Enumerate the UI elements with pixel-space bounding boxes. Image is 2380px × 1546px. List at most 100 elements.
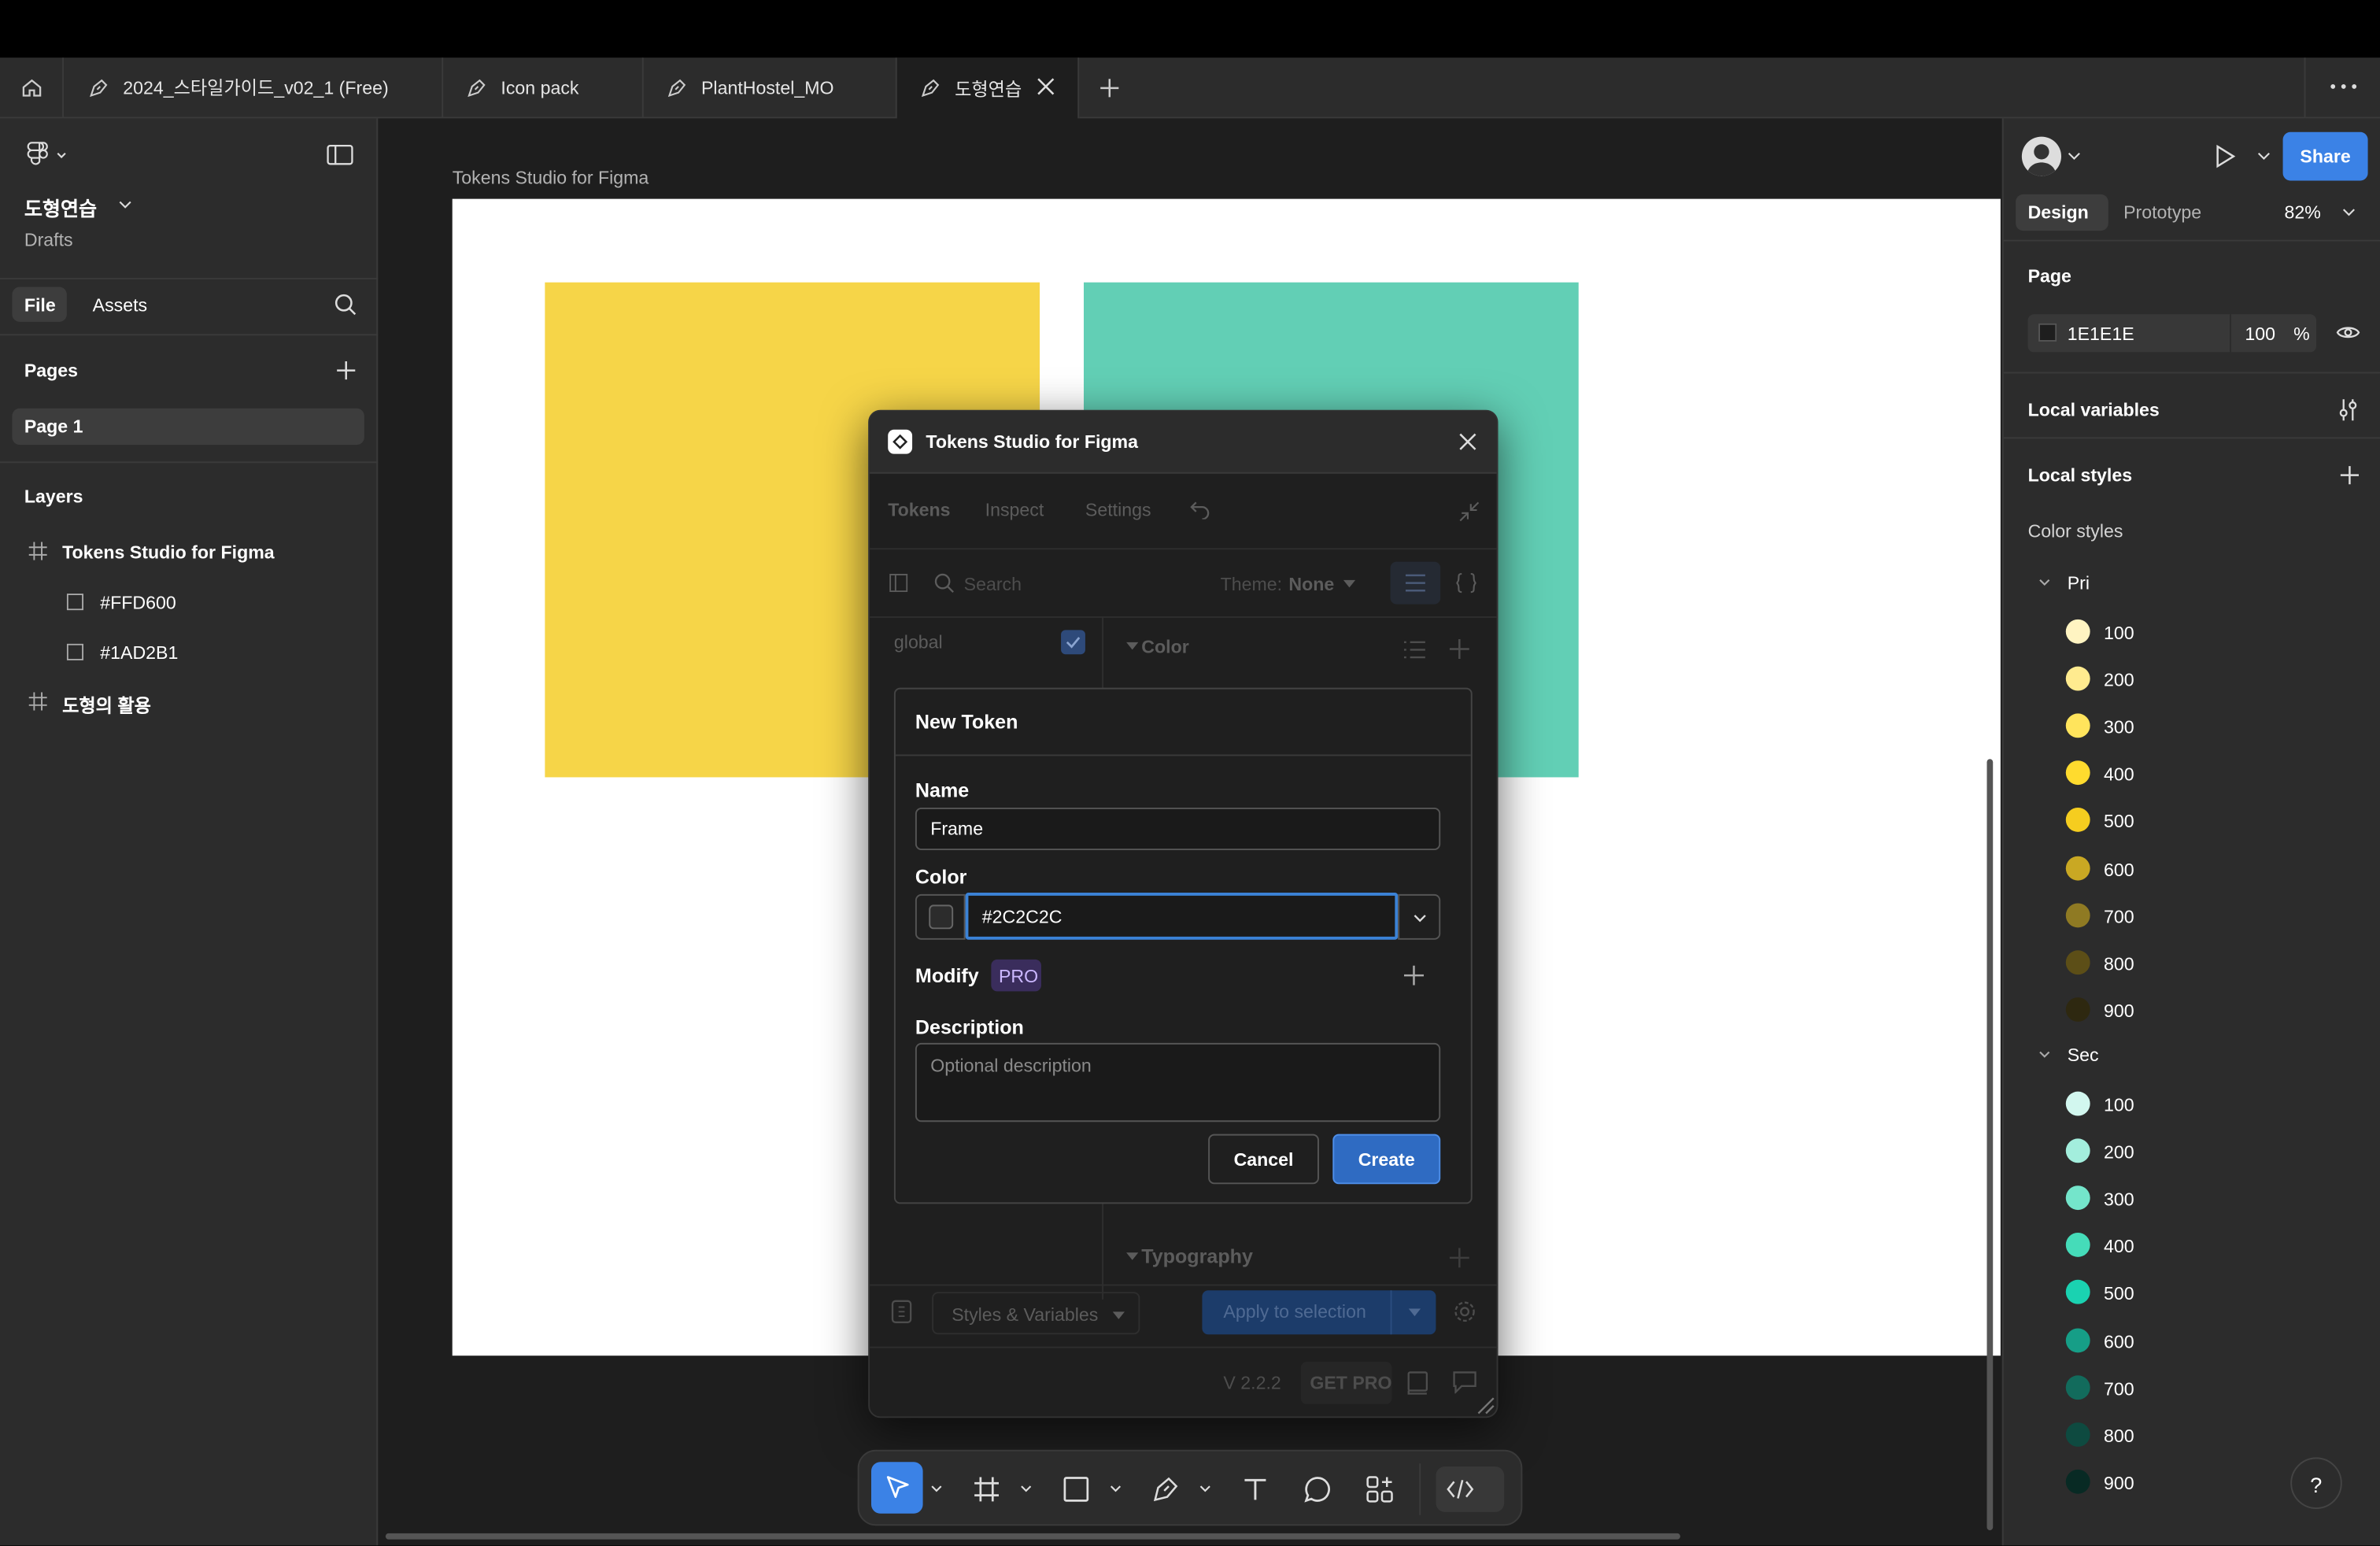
token-set-checkbox[interactable] <box>1061 630 1085 655</box>
add-style-plus-icon[interactable] <box>2339 464 2360 486</box>
tab-file-3[interactable]: PlantHostel_MO <box>644 57 897 117</box>
pen-tool-icon[interactable] <box>1152 1476 1180 1503</box>
book-icon[interactable] <box>1407 1370 1428 1395</box>
feedback-icon[interactable] <box>1453 1370 1477 1394</box>
plugin-tab-inspect[interactable]: Inspect <box>985 499 1044 520</box>
chevron-down-icon[interactable] <box>118 201 131 210</box>
resize-handle-icon[interactable] <box>1476 1396 1495 1415</box>
layer-row[interactable]: Tokens Studio for Figma <box>0 534 378 571</box>
close-tab-icon[interactable] <box>1035 76 1056 97</box>
settings-gear-icon[interactable] <box>1453 1300 1477 1324</box>
close-icon[interactable] <box>1458 433 1476 451</box>
color-style-item[interactable]: 600 <box>2004 849 2380 886</box>
create-button[interactable]: Create <box>1332 1134 1441 1185</box>
actions-tool-icon[interactable] <box>1366 1476 1394 1503</box>
file-name[interactable]: 도형연습 <box>24 193 97 222</box>
move-tool-button[interactable] <box>870 1462 923 1514</box>
add-modifier-plus-icon[interactable] <box>1403 965 1424 986</box>
color-style-item[interactable]: 400 <box>2004 1227 2380 1263</box>
chevron-down-icon[interactable] <box>1199 1485 1211 1492</box>
tab-file-1[interactable]: 2024_스타일가이드_v02_1 (Free) <box>65 57 444 117</box>
more-menu-button[interactable] <box>2304 57 2380 117</box>
color-swatch-button[interactable] <box>915 893 966 940</box>
frame-label[interactable]: Tokens Studio for Figma <box>453 167 649 188</box>
chevron-down-icon[interactable] <box>2257 152 2271 161</box>
variables-settings-icon[interactable] <box>2338 398 2359 422</box>
description-textarea[interactable]: Optional description <box>915 1042 1441 1123</box>
list-view-button[interactable] <box>1390 561 1441 605</box>
chevron-down-icon[interactable] <box>930 1485 942 1492</box>
search-icon[interactable] <box>334 293 357 316</box>
page-item[interactable]: Page 1 <box>12 408 364 446</box>
caret-down-icon[interactable] <box>1408 1308 1421 1317</box>
chevron-down-icon[interactable] <box>2342 208 2356 217</box>
chevron-down-icon[interactable] <box>2038 579 2050 586</box>
color-style-item[interactable]: 400 <box>2004 755 2380 791</box>
local-variables-heading[interactable]: Local variables <box>2028 399 2160 420</box>
sidebar-icon[interactable] <box>889 573 908 593</box>
add-token-plus-icon[interactable] <box>1449 638 1469 659</box>
present-play-icon[interactable] <box>2215 144 2236 168</box>
tab-file[interactable]: File <box>12 287 67 322</box>
token-search-input[interactable]: Search <box>964 574 1022 595</box>
text-tool-icon[interactable] <box>1242 1476 1269 1503</box>
chevron-down-icon[interactable] <box>1020 1485 1032 1492</box>
tab-assets[interactable]: Assets <box>93 294 147 316</box>
token-group-color[interactable]: Color <box>1141 636 1188 657</box>
color-value-input[interactable]: #2C2C2C <box>965 892 1399 940</box>
tab-file-2[interactable]: Icon pack <box>443 57 644 117</box>
apply-to-selection-button[interactable]: Apply to selection <box>1202 1290 1436 1335</box>
color-style-item[interactable]: 200 <box>2004 660 2380 697</box>
json-view-icon[interactable] <box>1455 572 1476 594</box>
color-style-item[interactable]: 800 <box>2004 944 2380 980</box>
list-icon[interactable] <box>1403 641 1425 659</box>
horizontal-scrollbar[interactable] <box>385 1533 1680 1540</box>
layer-row[interactable]: #1AD2B1 <box>0 634 378 671</box>
undo-icon[interactable] <box>1190 501 1210 520</box>
color-style-item[interactable]: 300 <box>2004 1180 2380 1216</box>
tab-prototype[interactable]: Prototype <box>2123 202 2201 223</box>
document-icon[interactable] <box>891 1300 912 1324</box>
color-style-item[interactable]: 500 <box>2004 802 2380 838</box>
color-format-dropdown[interactable] <box>1398 893 1441 940</box>
frame-tool-icon[interactable] <box>973 1476 1000 1503</box>
color-style-item[interactable]: 100 <box>2004 613 2380 649</box>
color-style-item[interactable]: 500 <box>2004 1274 2380 1311</box>
eye-icon[interactable] <box>2336 324 2360 342</box>
color-style-item[interactable]: 200 <box>2004 1133 2380 1169</box>
color-style-item[interactable]: 600 <box>2004 1322 2380 1358</box>
rectangle-tool-icon[interactable] <box>1062 1476 1090 1503</box>
zoom-level[interactable]: 82% <box>2284 202 2320 223</box>
layer-row[interactable]: 도형의 활용 <box>0 685 378 721</box>
token-set-global[interactable]: global <box>894 631 943 653</box>
color-style-item[interactable]: 100 <box>2004 1086 2380 1122</box>
layer-row[interactable]: #FFD600 <box>0 584 378 620</box>
chevron-down-icon[interactable] <box>1110 1485 1122 1492</box>
get-pro-button[interactable]: GET PRO <box>1300 1361 1392 1404</box>
token-name-input[interactable]: Frame <box>915 807 1441 850</box>
color-style-item[interactable]: 900 <box>2004 991 2380 1027</box>
tab-design[interactable]: Design <box>2016 194 2108 231</box>
chevron-down-icon[interactable] <box>2068 152 2081 161</box>
theme-select[interactable]: None <box>1288 574 1334 595</box>
home-tab[interactable] <box>0 57 64 117</box>
color-style-item[interactable]: 700 <box>2004 1369 2380 1405</box>
comment-tool-icon[interactable] <box>1304 1476 1332 1503</box>
chevron-down-icon[interactable] <box>2038 1051 2050 1059</box>
plugin-tab-settings[interactable]: Settings <box>1085 499 1151 520</box>
style-group-pri[interactable]: Pri <box>2068 572 2090 594</box>
color-style-item[interactable]: 800 <box>2004 1416 2380 1452</box>
vertical-scrollbar[interactable] <box>1986 759 1994 1530</box>
dev-mode-toggle[interactable] <box>1436 1466 1505 1512</box>
cancel-button[interactable]: Cancel <box>1208 1134 1319 1185</box>
tab-file-active[interactable]: 도형연습 <box>896 57 1080 119</box>
main-menu-button[interactable] <box>26 141 68 168</box>
add-page-plus-icon[interactable] <box>335 360 357 381</box>
share-button[interactable]: Share <box>2282 131 2368 181</box>
style-group-sec[interactable]: Sec <box>2068 1045 2099 1066</box>
page-color-field[interactable]: 1E1E1E 100 % <box>2027 314 2316 353</box>
color-style-item[interactable]: 300 <box>2004 708 2380 744</box>
token-group-typography[interactable]: Typography <box>1141 1245 1253 1267</box>
new-tab-plus-icon[interactable] <box>1097 76 1122 100</box>
add-token-plus-icon[interactable] <box>1449 1248 1469 1268</box>
